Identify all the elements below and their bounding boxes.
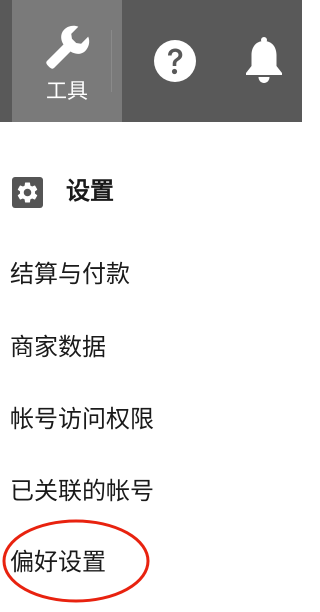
page: 工具 设置 结算与付款 商家数据 帐号访问权限 已关联的帐号 偏好设置 — [0, 0, 302, 612]
help-button[interactable] — [153, 39, 197, 83]
bell-icon — [242, 37, 286, 88]
menu-item-billing-payments[interactable]: 结算与付款 — [10, 257, 130, 291]
gear-icon — [12, 177, 43, 208]
tools-button[interactable]: 工具 — [12, 0, 122, 122]
toolbar-divider — [111, 30, 112, 92]
wrench-icon — [41, 22, 93, 74]
menu-item-linked-accounts[interactable]: 已关联的帐号 — [10, 474, 154, 508]
tools-label: 工具 — [46, 79, 88, 103]
help-icon — [153, 40, 197, 87]
menu-item-account-access[interactable]: 帐号访问权限 — [10, 402, 154, 436]
notifications-button[interactable] — [242, 36, 286, 84]
settings-title: 设置 — [66, 177, 114, 205]
menu-item-merchant-data[interactable]: 商家数据 — [10, 330, 106, 364]
top-toolbar: 工具 — [0, 0, 302, 122]
menu-item-preferences[interactable]: 偏好设置 — [10, 545, 106, 579]
settings-header: 设置 — [12, 174, 282, 208]
